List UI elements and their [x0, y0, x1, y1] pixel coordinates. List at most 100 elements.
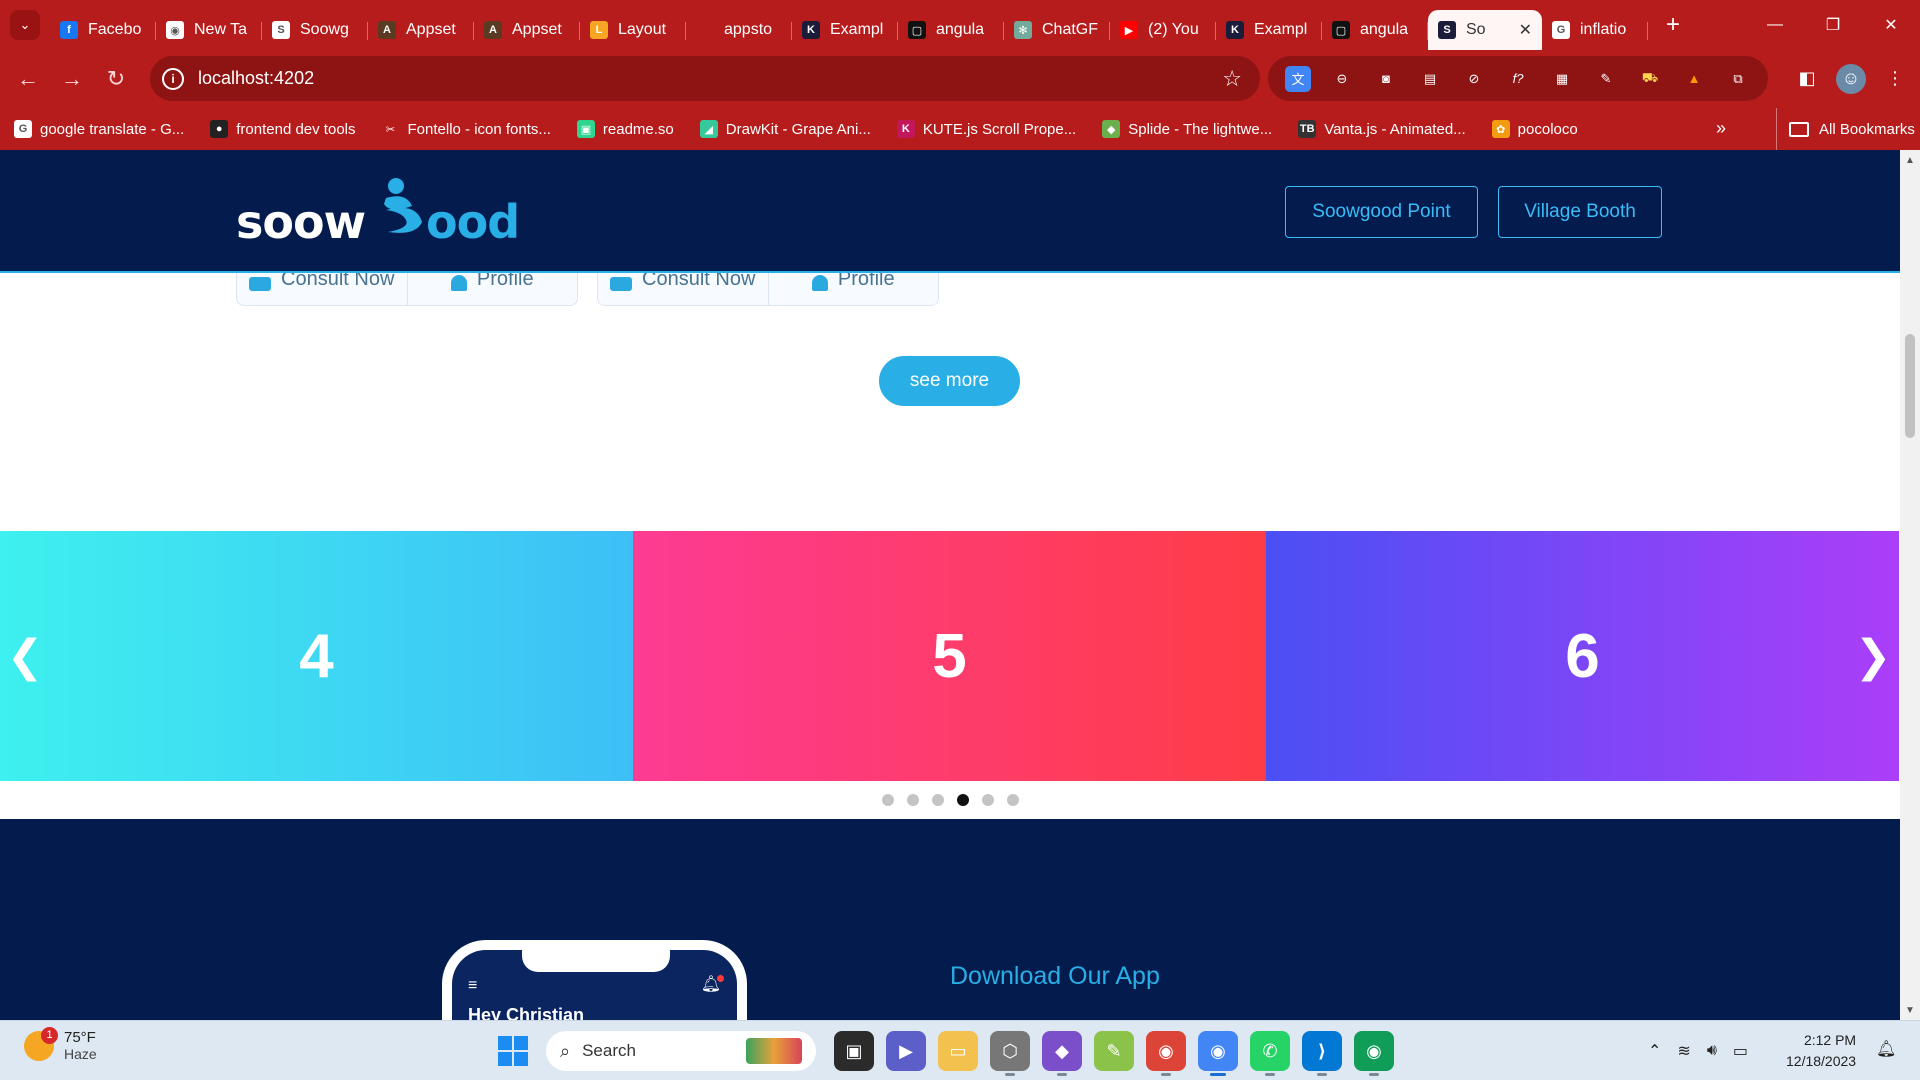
font-detect-icon[interactable]: f? — [1505, 66, 1531, 92]
tab-title: appsto — [724, 21, 773, 38]
browser-tab[interactable]: A Appset — [474, 10, 580, 50]
appset-icon: A — [484, 21, 502, 39]
browser-tab[interactable]: S Soowg — [262, 10, 368, 50]
compass-icon[interactable]: ⊘ — [1461, 66, 1487, 92]
carousel-next-icon[interactable]: ❯ — [1853, 614, 1893, 698]
restore-button[interactable]: ❐ — [1804, 0, 1862, 50]
volume-icon[interactable]: 🔊︎ — [1707, 1042, 1717, 1060]
side-panel-icon[interactable]: ◧ — [1792, 64, 1822, 94]
tray-overflow-icon[interactable]: ⌃ — [1648, 1041, 1661, 1061]
battery-icon[interactable]: ▭ — [1733, 1041, 1748, 1061]
browser-tab[interactable]: f Facebo — [50, 10, 156, 50]
vscode-icon[interactable]: ⟩ — [1302, 1031, 1342, 1076]
teams-icon[interactable]: ▶ — [886, 1031, 926, 1071]
browser-tab[interactable]: ▢ angula — [1322, 10, 1428, 50]
virtualbox-icon[interactable]: ⬡ — [990, 1031, 1030, 1076]
wifi-icon[interactable]: ≋ — [1677, 1041, 1690, 1061]
printer-icon[interactable]: ▤ — [1417, 66, 1443, 92]
windows-start-icon[interactable] — [498, 1036, 528, 1066]
task-view-icon[interactable]: ▣ — [834, 1031, 874, 1071]
person-icon — [450, 275, 467, 291]
taskbar-search[interactable]: ⌕ Search — [546, 1031, 816, 1071]
carousel-dot[interactable] — [981, 794, 994, 806]
more-menu-icon[interactable]: ⋮ — [1880, 64, 1910, 94]
browser-tab[interactable]: Ginflatio — [1542, 10, 1648, 50]
bookmarks-overflow-icon[interactable]: » — [1716, 118, 1726, 139]
color-picker-icon[interactable]: ✎ — [1593, 66, 1619, 92]
google-icon: G — [1552, 21, 1570, 39]
google-translate-icon[interactable]: 文 — [1285, 65, 1311, 92]
weather-widget[interactable]: 1 75°F Haze — [24, 1026, 97, 1062]
see-more-button[interactable]: see more — [879, 356, 1020, 406]
browser-tab[interactable]: K Exampl — [792, 10, 898, 50]
carousel-dot[interactable] — [956, 794, 969, 806]
bookmark-item[interactable]: K KUTE.js Scroll Prope... — [896, 120, 1076, 138]
scroll-thumb[interactable] — [1905, 334, 1915, 438]
forward-button[interactable]: → — [50, 57, 94, 101]
bookmark-item[interactable]: TB Vanta.js - Animated... — [1298, 120, 1466, 138]
bookmark-star-icon[interactable]: ☆ — [1222, 66, 1242, 92]
browser-tab[interactable]: A Appset — [368, 10, 474, 50]
address-bar[interactable]: i localhost:4202 ☆ — [150, 56, 1260, 101]
bookmark-item[interactable]: ▣ readme.so — [576, 120, 674, 138]
fire-icon[interactable]: ▲ — [1681, 66, 1707, 92]
chrome-profile-m-icon[interactable]: ◉ — [1354, 1031, 1394, 1076]
clock[interactable]: 2:12 PM 12/18/2023 — [1786, 1030, 1856, 1072]
browser-tab[interactable]: ✻ ChatGF — [1004, 10, 1110, 50]
profile-avatar[interactable]: ☺ — [1836, 63, 1866, 94]
scroll-down-icon[interactable]: ▼ — [1900, 1000, 1920, 1020]
bookmark-label: pocoloco — [1517, 120, 1578, 138]
carousel-dot[interactable] — [906, 794, 919, 806]
browser-tab[interactable]: ◉ New Ta — [156, 10, 262, 50]
bookmark-item[interactable]: ✂ Fontello - icon fonts... — [382, 120, 551, 138]
cart-icon[interactable]: ⛟ — [1637, 66, 1663, 92]
chrome-profile-icon[interactable]: ◉ — [1146, 1031, 1186, 1076]
paint-icon[interactable]: ✎ — [1094, 1031, 1134, 1071]
tab-search-button[interactable]: ⌄ — [10, 10, 40, 40]
carousel-slide[interactable]: 4 — [0, 531, 633, 781]
file-explorer-icon[interactable]: ▭ — [938, 1031, 978, 1071]
bookmark-item[interactable]: ✿ pocoloco — [1491, 120, 1578, 138]
soowgood-logo[interactable]: soow ood — [236, 176, 536, 248]
carousel-slide[interactable]: 6 — [1266, 531, 1899, 781]
close-window-button[interactable]: ✕ — [1862, 0, 1920, 50]
browser-tab[interactable]: K Exampl — [1216, 10, 1322, 50]
tab-active[interactable]: S So ✕ — [1428, 10, 1542, 50]
browser-tab[interactable]: L Layout — [580, 10, 686, 50]
minimize-button[interactable]: — — [1746, 0, 1804, 50]
all-bookmarks-button[interactable]: All Bookmarks — [1776, 108, 1915, 150]
whatsapp-icon[interactable]: ✆ — [1250, 1031, 1290, 1076]
google-icon: G — [14, 120, 32, 138]
visual-studio-icon[interactable]: ◆ — [1042, 1031, 1082, 1076]
back-button[interactable]: ← — [6, 57, 50, 101]
window-resizer-icon[interactable]: ▦ — [1549, 66, 1575, 92]
camera-icon[interactable]: ◙ — [1373, 66, 1399, 92]
carousel-dot[interactable] — [1006, 794, 1019, 806]
bookmark-item[interactable]: ● frontend dev tools — [210, 120, 356, 138]
reload-button[interactable]: ↻ — [94, 57, 138, 101]
carousel-dot[interactable] — [881, 794, 894, 806]
carousel-dot[interactable] — [931, 794, 944, 806]
bookmark-item[interactable]: ◆ Splide - The lightwe... — [1102, 120, 1272, 138]
browser-tab[interactable]: ▶ (2) You — [1110, 10, 1216, 50]
download-app-title: Download Our App — [950, 962, 1160, 990]
bookmark-item[interactable]: Ggoogle translate - G... — [14, 120, 184, 138]
new-tab-button[interactable]: + — [1656, 8, 1690, 42]
carousel-prev-icon[interactable]: ❮ — [5, 614, 45, 698]
village-booth-button[interactable]: Village Booth — [1498, 186, 1662, 238]
browser-tab[interactable]: ▢ angula — [898, 10, 1004, 50]
kute-icon: K — [802, 21, 820, 39]
close-tab-icon[interactable]: ✕ — [1519, 20, 1532, 40]
soowgood-point-button[interactable]: Soowgood Point — [1285, 186, 1478, 238]
phone-mockup: ≡ 🔔︎ Hey Christian — [442, 940, 747, 1020]
site-info-icon[interactable]: i — [162, 67, 184, 90]
chrome-active-icon[interactable]: ◉ — [1198, 1031, 1238, 1076]
browser-tab[interactable]: appsto — [686, 10, 792, 50]
page-scrollbar[interactable]: ▲ ▼ — [1900, 150, 1920, 1020]
puzzle-icon[interactable]: ⧉ — [1725, 66, 1751, 92]
notifications-icon[interactable]: 🔔︎ — [1876, 1039, 1896, 1059]
carousel-slide[interactable]: 5 — [633, 531, 1266, 781]
code-extension-icon[interactable]: ⊖ — [1329, 66, 1355, 92]
scroll-up-icon[interactable]: ▲ — [1900, 150, 1920, 170]
bookmark-item[interactable]: ◢ DrawKit - Grape Ani... — [699, 120, 871, 138]
